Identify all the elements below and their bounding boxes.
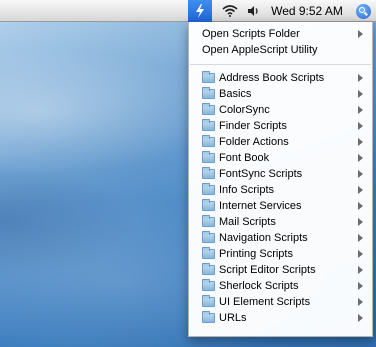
- menu-item-label: URLs: [219, 312, 247, 324]
- menu-item-folder-actions[interactable]: Folder Actions: [189, 134, 372, 150]
- menu-item-navigation-scripts[interactable]: Navigation Scripts: [189, 230, 372, 246]
- menu-item-label: Open AppleScript Utility: [202, 44, 318, 56]
- folder-icon: [202, 183, 215, 195]
- folder-icon: [202, 247, 215, 259]
- wifi-menu-extra[interactable]: [219, 0, 241, 22]
- menu-item-label: Navigation Scripts: [219, 232, 308, 244]
- menu-item-label: UI Element Scripts: [219, 296, 311, 308]
- menu-item-label: Internet Services: [219, 200, 302, 212]
- menubar-clock[interactable]: Wed 9:52 AM: [268, 0, 346, 22]
- menu-item-label: FontSync Scripts: [219, 168, 303, 180]
- wifi-icon: [222, 5, 238, 17]
- menu-separator: [189, 58, 372, 70]
- menu-item-label: Open Scripts Folder: [202, 28, 300, 40]
- menu-item-label: Mail Scripts: [219, 216, 276, 228]
- menu-item-label: Script Editor Scripts: [219, 264, 316, 276]
- submenu-arrow-icon: [358, 218, 363, 226]
- menu-item-info-scripts[interactable]: Info Scripts: [189, 182, 372, 198]
- menu-item-label: Font Book: [219, 152, 270, 164]
- menu-item-mail-scripts[interactable]: Mail Scripts: [189, 214, 372, 230]
- submenu-arrow-icon: [358, 90, 363, 98]
- script-menu: Open Scripts Folder Open AppleScript Uti…: [188, 22, 373, 337]
- menu-bar: Wed 9:52 AM: [0, 0, 376, 22]
- folder-icon: [202, 119, 215, 131]
- submenu-arrow-icon: [358, 202, 363, 210]
- submenu-arrow-icon: [358, 122, 363, 130]
- menu-item-finder-scripts[interactable]: Finder Scripts: [189, 118, 372, 134]
- submenu-arrow-icon: [358, 234, 363, 242]
- submenu-arrow-icon: [358, 314, 363, 322]
- menu-item-label: ColorSync: [219, 104, 270, 116]
- folder-icon: [202, 103, 215, 115]
- submenu-arrow-icon: [358, 154, 363, 162]
- volume-icon: [248, 6, 258, 16]
- submenu-arrow-icon: [358, 266, 363, 274]
- submenu-arrow-icon: [358, 170, 363, 178]
- menu-item-label: Folder Actions: [219, 136, 289, 148]
- submenu-arrow-icon: [358, 30, 363, 38]
- menu-item-sherlock-scripts[interactable]: Sherlock Scripts: [189, 278, 372, 294]
- clock-text: Wed 9:52 AM: [271, 4, 343, 18]
- folder-icon: [202, 279, 215, 291]
- folder-icon: [202, 231, 215, 243]
- menu-item-address-book-scripts[interactable]: Address Book Scripts: [189, 70, 372, 86]
- folder-icon: [202, 151, 215, 163]
- folder-icon: [202, 167, 215, 179]
- submenu-arrow-icon: [358, 282, 363, 290]
- spotlight-button[interactable]: [352, 0, 374, 22]
- menu-item-basics[interactable]: Basics: [189, 86, 372, 102]
- submenu-arrow-icon: [358, 298, 363, 306]
- menu-item-label: Sherlock Scripts: [219, 280, 299, 292]
- folder-icon: [202, 263, 215, 275]
- menu-item-fontsync-scripts[interactable]: FontSync Scripts: [189, 166, 372, 182]
- submenu-arrow-icon: [358, 74, 363, 82]
- menu-item-urls[interactable]: URLs: [189, 310, 372, 326]
- folder-icon: [202, 199, 215, 211]
- menu-item-internet-services[interactable]: Internet Services: [189, 198, 372, 214]
- submenu-arrow-icon: [358, 138, 363, 146]
- script-menu-icon: [196, 4, 204, 18]
- script-menu-extra[interactable]: [188, 0, 212, 22]
- folder-icon: [202, 295, 215, 307]
- menu-item-label: Printing Scripts: [219, 248, 293, 260]
- submenu-arrow-icon: [358, 186, 363, 194]
- folder-icon: [202, 311, 215, 323]
- menu-item-ui-element-scripts[interactable]: UI Element Scripts: [189, 294, 372, 310]
- menu-item-label: Address Book Scripts: [219, 72, 325, 84]
- menu-item-label: Basics: [219, 88, 252, 100]
- menu-item-colorsync[interactable]: ColorSync: [189, 102, 372, 118]
- spotlight-icon: [355, 3, 371, 19]
- folder-icon: [202, 87, 215, 99]
- menu-item-font-book[interactable]: Font Book: [189, 150, 372, 166]
- menu-item-printing-scripts[interactable]: Printing Scripts: [189, 246, 372, 262]
- menu-item-open-scripts-folder[interactable]: Open Scripts Folder: [189, 26, 372, 42]
- folder-icon: [202, 71, 215, 83]
- folder-icon: [202, 135, 215, 147]
- volume-menu-extra[interactable]: [244, 0, 264, 22]
- menu-item-script-editor-scripts[interactable]: Script Editor Scripts: [189, 262, 372, 278]
- submenu-arrow-icon: [358, 106, 363, 114]
- menu-item-label: Info Scripts: [219, 184, 275, 196]
- folder-icon: [202, 215, 215, 227]
- menu-item-label: Finder Scripts: [219, 120, 287, 132]
- menu-item-open-applescript-utility[interactable]: Open AppleScript Utility: [189, 42, 372, 58]
- submenu-arrow-icon: [358, 250, 363, 258]
